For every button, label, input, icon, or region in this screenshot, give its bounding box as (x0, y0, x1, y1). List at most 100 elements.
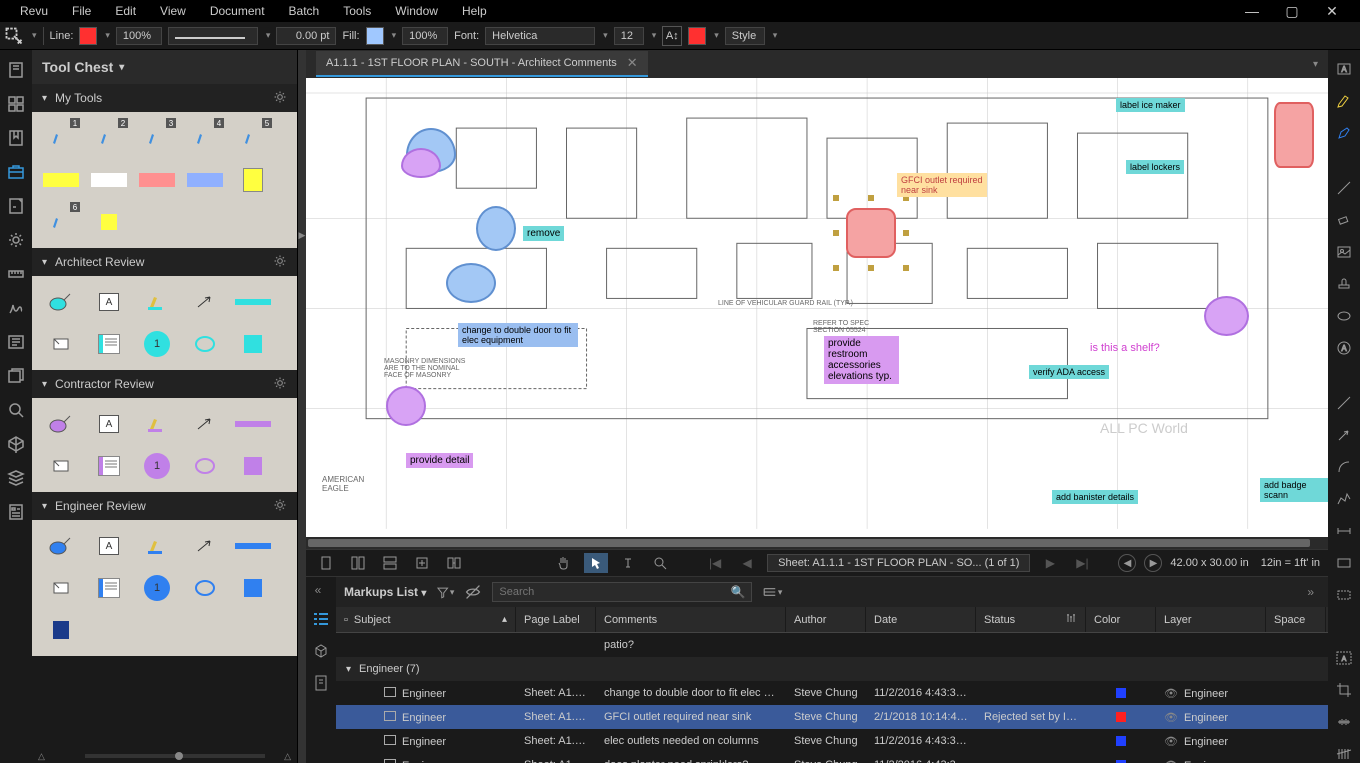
columns-icon[interactable]: ▾ (762, 582, 782, 602)
gear-icon[interactable] (273, 376, 287, 393)
col-author[interactable]: Author (786, 607, 866, 632)
3d-icon[interactable] (311, 641, 331, 661)
count-tool-icon[interactable] (1334, 745, 1354, 763)
zoom-icon[interactable] (648, 553, 672, 573)
arc-tool-icon[interactable] (1334, 458, 1354, 476)
layers-icon[interactable] (6, 468, 26, 488)
cloud-annotation[interactable] (476, 206, 516, 251)
next-page-icon[interactable]: ▶ (1038, 553, 1062, 573)
markup-panel-icon[interactable]: A (1334, 649, 1354, 667)
tool-item[interactable] (184, 570, 226, 606)
tool-item[interactable] (232, 448, 274, 484)
col-page-label[interactable]: Page Label (516, 607, 596, 632)
tool-item[interactable] (136, 528, 178, 564)
tool-item[interactable] (136, 284, 178, 320)
menu-edit[interactable]: Edit (103, 1, 148, 21)
style-dropdown[interactable]: Style (725, 27, 765, 45)
properties-icon[interactable] (6, 196, 26, 216)
gear-icon[interactable] (273, 254, 287, 271)
double-door-callout[interactable]: change to double door to fit elec equipm… (458, 323, 578, 347)
eye-icon[interactable]: 👁 (1164, 760, 1178, 763)
eye-icon[interactable]: 👁 (1164, 736, 1178, 748)
line-shape-icon[interactable] (1334, 394, 1354, 412)
prev-page-icon[interactable]: ◀ (735, 553, 759, 573)
menu-batch[interactable]: Batch (277, 1, 332, 21)
single-page-icon[interactable] (314, 553, 338, 573)
symbol-tool-icon[interactable]: A (1334, 339, 1354, 357)
sets-icon[interactable] (6, 366, 26, 386)
markups-title[interactable]: Markups List ▾ (344, 585, 426, 599)
tool-item[interactable] (232, 528, 274, 564)
stamp-tool-icon[interactable] (1334, 275, 1354, 293)
eye-icon[interactable]: 👁 (1164, 688, 1178, 700)
banister-tag[interactable]: add banister details (1052, 490, 1138, 504)
text-color-swatch[interactable] (688, 27, 706, 45)
last-page-icon[interactable]: ▶| (1070, 553, 1094, 573)
col-comments[interactable]: Comments (596, 607, 786, 632)
fill-color-swatch[interactable] (366, 27, 384, 45)
tool-item[interactable]: 6 (40, 204, 82, 240)
tool-item[interactable] (40, 326, 82, 362)
tool-item[interactable] (232, 406, 274, 442)
font-select[interactable]: Helvetica (485, 27, 595, 45)
tool-item[interactable]: 2 (88, 120, 130, 156)
col-layer[interactable]: Layer (1156, 607, 1266, 632)
tool-item[interactable] (184, 284, 226, 320)
tool-swatch[interactable] (88, 162, 130, 198)
gear-icon[interactable] (273, 498, 287, 515)
col-status[interactable]: Status (976, 607, 1086, 632)
tool-item[interactable] (88, 570, 130, 606)
search-icon[interactable]: 🔍 (730, 585, 745, 599)
split-add-icon[interactable] (410, 553, 434, 573)
arrow-tool-icon[interactable] (1334, 426, 1354, 444)
cloud-annotation[interactable] (1204, 296, 1249, 336)
cloud-annotation[interactable] (446, 263, 496, 303)
tool-item[interactable]: A (88, 528, 130, 564)
col-space[interactable]: Space (1266, 607, 1326, 632)
document-tab[interactable]: A1.1.1 - 1ST FLOOR PLAN - SOUTH - Archit… (316, 51, 648, 77)
badge-tag[interactable]: add badge scann (1260, 478, 1328, 502)
dimension-tool-icon[interactable] (1334, 522, 1354, 540)
line-color-swatch[interactable] (79, 27, 97, 45)
tool-item[interactable]: A (88, 406, 130, 442)
links-icon[interactable] (6, 332, 26, 352)
crop-tool-icon[interactable] (1334, 681, 1354, 699)
gfci-callout[interactable]: GFCI outlet required near sink (897, 173, 987, 197)
menu-revu[interactable]: Revu (8, 1, 60, 21)
ada-tag[interactable]: verify ADA access (1029, 365, 1109, 379)
zoom-slider[interactable] (85, 754, 265, 758)
tool-item[interactable] (88, 448, 130, 484)
table-row[interactable]: Engineer Sheet: A1.1.1 -... does planter… (336, 753, 1328, 763)
rectangle-tool-icon[interactable] (1334, 554, 1354, 572)
split-vertical-icon[interactable] (346, 553, 370, 573)
restroom-callout[interactable]: provide restroom accessories elevations … (824, 336, 899, 384)
line-opacity[interactable]: 100% (116, 27, 162, 45)
provide-detail-callout[interactable]: provide detail (406, 453, 473, 468)
tool-swatch[interactable] (184, 162, 226, 198)
prev-view-icon[interactable]: ◀ (1118, 554, 1136, 572)
tool-chest-header[interactable]: Tool Chest ▾ (32, 50, 297, 84)
table-group-row[interactable]: ▾ Engineer (7) (336, 657, 1328, 681)
cloud-annotation[interactable] (401, 148, 441, 178)
tool-chest-section-header[interactable]: ▾Engineer Review (32, 492, 297, 520)
cloud-tool-icon[interactable] (1334, 586, 1354, 604)
menu-help[interactable]: Help (450, 1, 499, 21)
ellipse-tool-icon[interactable] (1334, 307, 1354, 325)
tool-item[interactable] (232, 284, 274, 320)
pan-icon[interactable] (552, 553, 576, 573)
tool-item[interactable] (232, 326, 274, 362)
file-access-icon[interactable] (6, 60, 26, 80)
tool-item[interactable] (40, 528, 82, 564)
tool-item[interactable] (40, 612, 82, 648)
line-width-input[interactable]: 0.00 pt (276, 27, 336, 45)
quantities-icon[interactable] (311, 673, 331, 693)
tool-item[interactable] (184, 326, 226, 362)
menu-view[interactable]: View (148, 1, 198, 21)
forms-icon[interactable] (6, 502, 26, 522)
table-row[interactable]: Engineer Sheet: A1.1.1 -... elec outlets… (336, 729, 1328, 753)
tool-item[interactable] (184, 406, 226, 442)
select-text-icon[interactable] (616, 553, 640, 573)
tool-item[interactable]: 5 (232, 120, 274, 156)
select-tool-dropdown[interactable]: ▾ (32, 30, 37, 41)
eye-icon[interactable]: 👁 (1164, 712, 1178, 724)
